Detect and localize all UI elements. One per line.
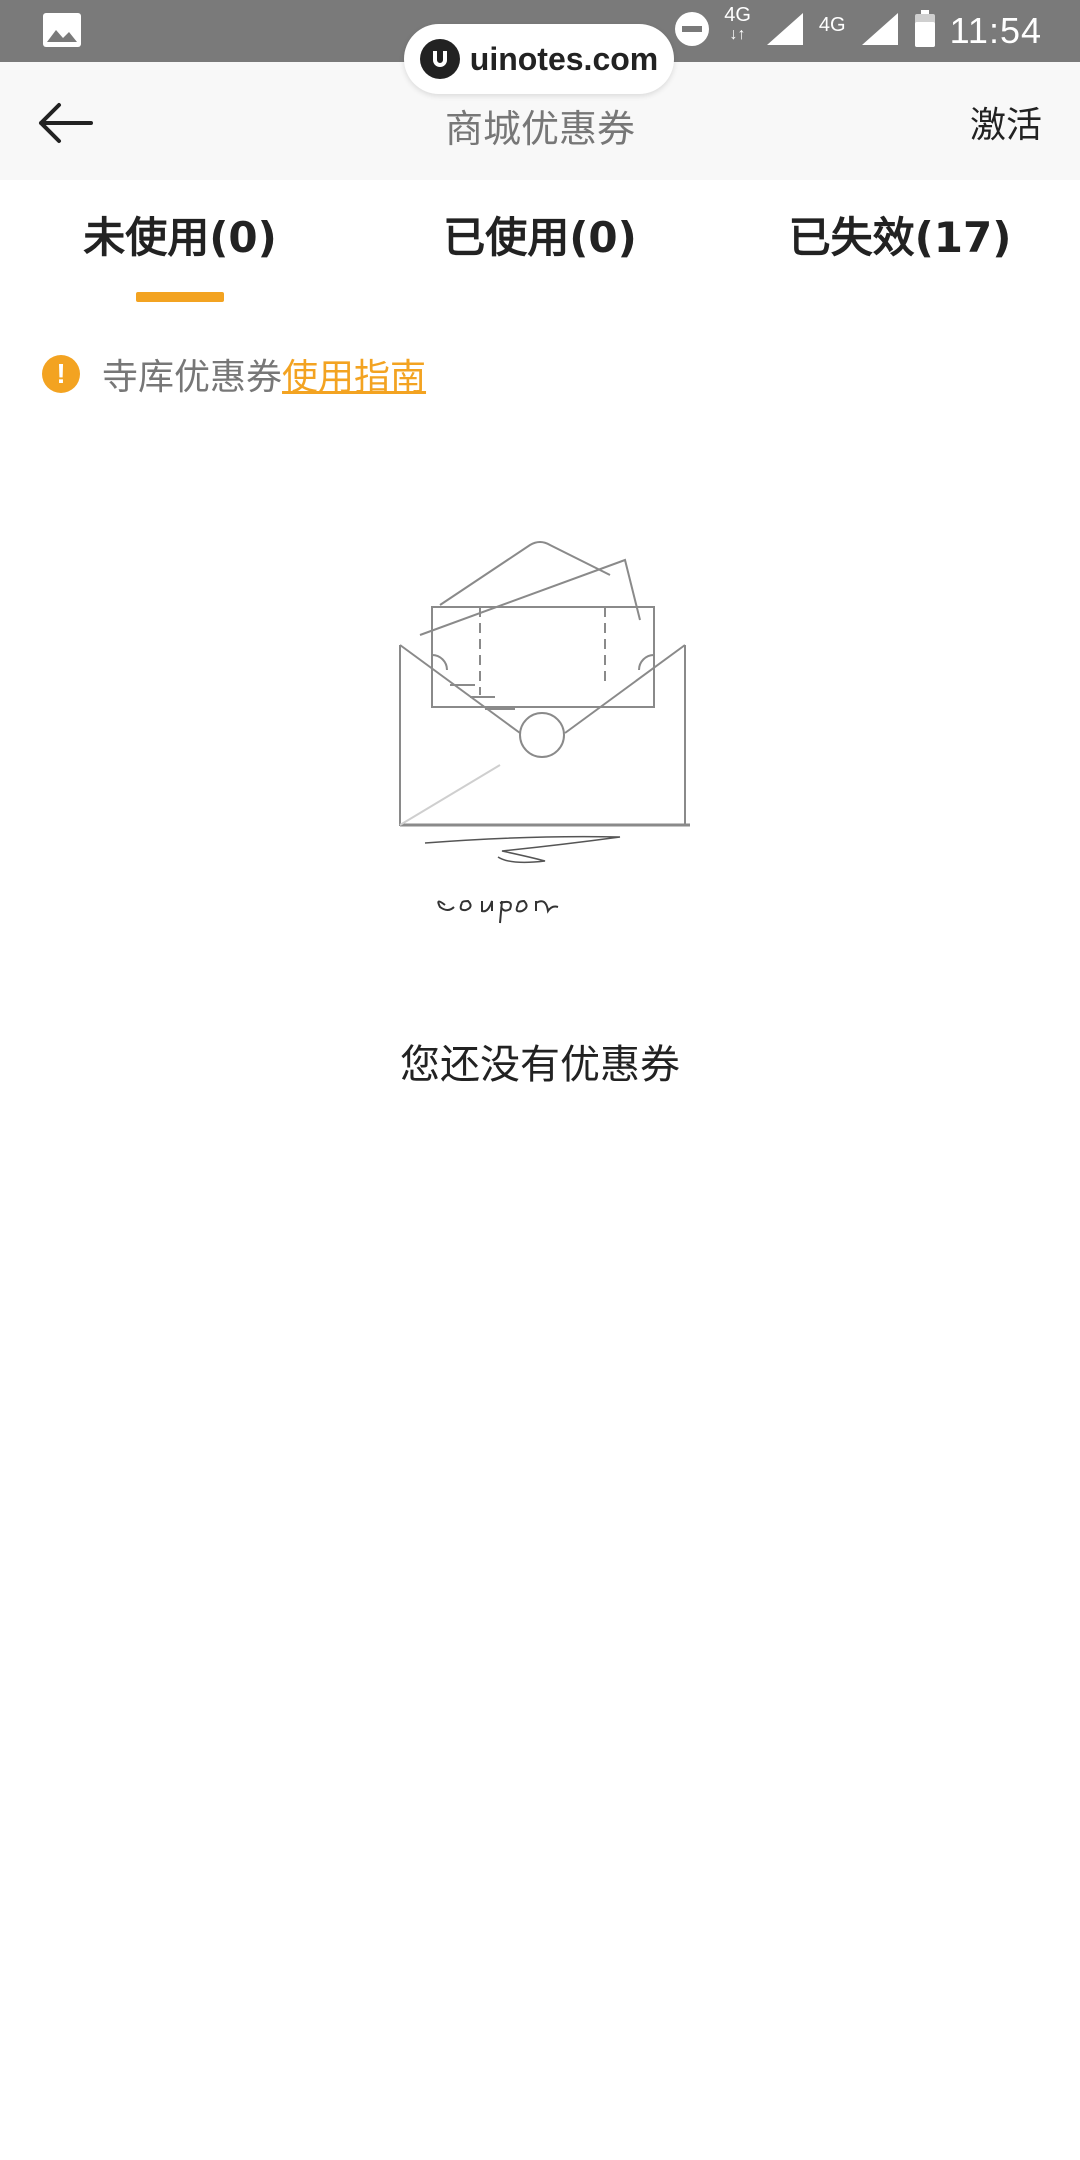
uinotes-logo-icon (419, 39, 460, 79)
activate-button[interactable]: 激活 (970, 96, 1042, 148)
network-type-2: 4G (818, 14, 846, 36)
signal-icon-2 (860, 11, 900, 51)
exclamation-circle-icon: ! (42, 355, 80, 393)
image-icon (42, 12, 82, 48)
watermark-badge: uinotes.com (404, 24, 674, 94)
status-indicators: 4G ↓↑ 4G 11:54 (674, 4, 1042, 56)
tab-unused[interactable]: 未使用(0) (0, 180, 360, 302)
notice-text: 寺库优惠券 (102, 357, 283, 398)
clock: 11:54 (949, 10, 1042, 51)
coupon-tabs: 未使用(0) 已使用(0) 已失效(17) (0, 180, 1080, 302)
empty-state-message: 您还没有优惠券 (400, 1042, 680, 1088)
signal-icon-1 (765, 11, 805, 51)
tab-expired[interactable]: 已失效(17) (720, 180, 1080, 300)
tab-label: 已失效(17) (788, 213, 1012, 262)
page-title: 商城优惠券 (444, 107, 635, 151)
network-type-1: 4G ↓↑ (724, 4, 751, 43)
coupon-envelope-illustration (390, 535, 700, 945)
coupon-notice: ! 寺库优惠券 使用指南 (42, 350, 426, 398)
watermark-text: uinotes.com (469, 40, 659, 77)
active-tab-indicator (136, 292, 224, 302)
usage-guide-link[interactable]: 使用指南 (282, 348, 426, 400)
tab-label: 已使用(0) (443, 213, 637, 262)
tab-label: 未使用(0) (83, 213, 277, 262)
battery-icon (914, 10, 936, 52)
tab-used[interactable]: 已使用(0) (360, 180, 720, 300)
dnd-icon (674, 11, 710, 51)
